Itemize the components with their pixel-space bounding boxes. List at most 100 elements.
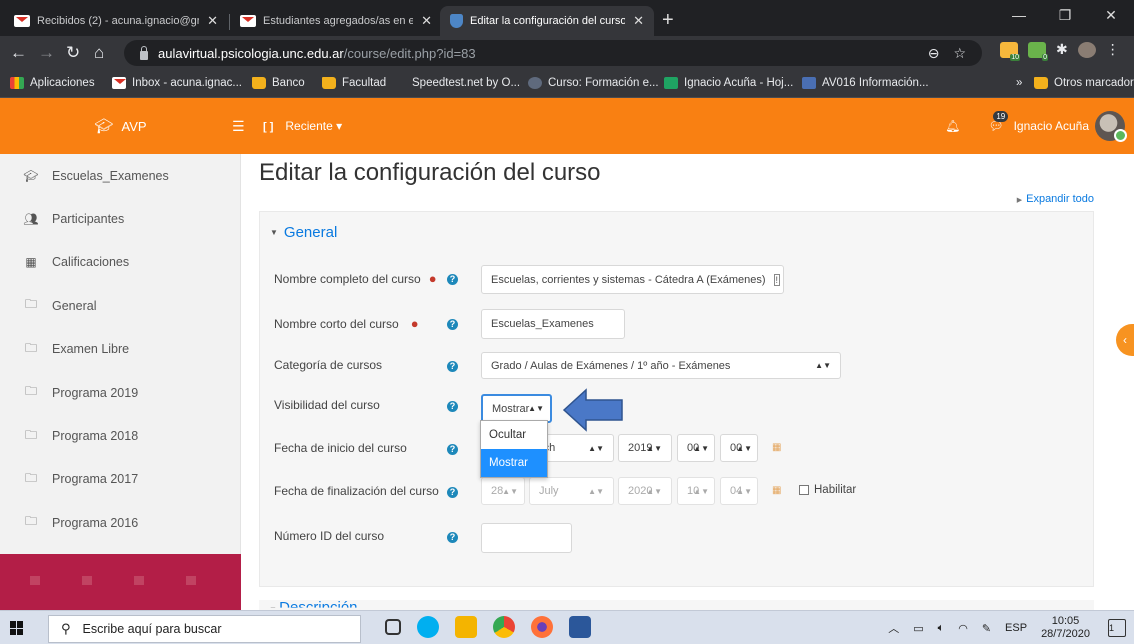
sidebar-item-programa-2016[interactable]: 🗀︎ Programa 2016 — [0, 501, 240, 544]
sidebar-item-label: Calificaciones — [52, 255, 130, 270]
volume-icon[interactable]: 🔈︎ — [938, 622, 945, 635]
help-icon[interactable]: ? — [447, 487, 458, 498]
end-hour-select[interactable]: 10 ▲▼ — [677, 477, 715, 505]
clock[interactable]: 10:05 28/7/2020 — [1041, 615, 1090, 641]
sidebar-item-programa-2019[interactable]: 🗀︎ Programa 2019 — [0, 371, 240, 414]
expand-all-link[interactable]: ▶ Expandir todo — [1017, 193, 1094, 205]
reload-icon[interactable]: ↻ — [66, 44, 80, 62]
section-description-toggle[interactable]: ▼ Descripción — [269, 600, 358, 608]
close-tab-icon[interactable]: ✕ — [421, 13, 432, 29]
category-select[interactable]: Grado / Aulas de Exámenes / 1º año - Exá… — [481, 352, 841, 379]
visibility-option-ocultar[interactable]: Ocultar — [481, 421, 547, 449]
bookmark-av016[interactable]: AV016 Información... — [802, 77, 929, 89]
user-name[interactable]: Ignacio Acuña — [1014, 119, 1089, 133]
idnumber-input[interactable] — [481, 523, 572, 553]
battery-icon[interactable]: ▭ — [913, 622, 923, 635]
minimize-icon[interactable]: — — [996, 0, 1042, 30]
bookmark-speedtest[interactable]: Speedtest.net by O... — [412, 77, 520, 89]
sidebar-item-course[interactable]: 🎓︎ Escuelas_Examenes — [0, 154, 240, 197]
browser-tab-editar[interactable]: Editar la configuración del curso ✕ — [440, 6, 654, 36]
bookmark-hoja[interactable]: Ignacio Acuña - Hoj... — [664, 77, 793, 89]
profile-avatar-icon[interactable] — [1077, 41, 1096, 58]
extension-icon[interactable]: 10 — [1000, 41, 1020, 61]
file-explorer-icon[interactable] — [455, 616, 477, 638]
end-year-select[interactable]: 2020 ▲▼ — [618, 477, 672, 505]
footer-icon[interactable] — [82, 576, 92, 585]
bookmark-star-icon[interactable]: ☆ — [953, 45, 966, 62]
bell-icon[interactable]: 🔔︎ — [945, 119, 960, 133]
forward-arrow-icon[interactable]: → — [38, 44, 55, 62]
end-minute-select[interactable]: 04 ▲▼ — [720, 477, 758, 505]
bookmark-otros[interactable]: Otros marcadores — [1034, 77, 1134, 89]
kebab-menu-icon[interactable]: ⋮ — [1106, 41, 1120, 58]
recent-menu[interactable]: [ ] Reciente ▾ — [263, 119, 342, 133]
address-bar[interactable]: aulavirtual.psicologia.unc.edu.ar /cours… — [124, 40, 982, 66]
footer-icon[interactable] — [134, 576, 144, 585]
sidebar-item-general[interactable]: 🗀︎ General — [0, 284, 240, 327]
windows-start-icon[interactable] — [10, 621, 24, 635]
visibility-option-mostrar[interactable]: Mostrar — [481, 449, 547, 477]
hamburger-menu-icon[interactable]: ☰ — [232, 118, 245, 135]
home-icon[interactable]: ⌂ — [94, 44, 104, 62]
messages-button[interactable]: 💬︎ 19 — [988, 111, 1009, 133]
task-view-icon[interactable] — [385, 619, 401, 635]
pen-icon[interactable]: ✎ — [982, 622, 991, 635]
site-icon — [528, 77, 542, 89]
help-icon[interactable]: ? — [447, 401, 458, 412]
new-tab-button[interactable]: + — [662, 10, 674, 30]
end-day-select[interactable]: 28 ▲▼ — [481, 477, 525, 505]
show-hidden-icons-icon[interactable]: ︿ — [888, 620, 899, 636]
user-avatar[interactable] — [1095, 111, 1127, 142]
shortname-value: Escuelas_Examenes — [491, 318, 594, 330]
site-brand[interactable]: 🎓︎ AVP — [0, 98, 241, 154]
extension-icon[interactable]: 0 — [1028, 41, 1048, 61]
wifi-icon[interactable]: ◠ — [958, 622, 968, 635]
enable-end-date-checkbox[interactable]: Habilitar — [799, 484, 856, 496]
zoom-icon[interactable]: ⊖ — [928, 45, 940, 62]
calendar-icon[interactable]: ▦ — [772, 485, 781, 496]
close-tab-icon[interactable]: ✕ — [633, 13, 644, 29]
taskbar-search[interactable]: ⚲ Escribe aquí para buscar — [48, 615, 361, 643]
bookmark-curso[interactable]: Curso: Formación e... — [528, 77, 659, 89]
sidebar-item-programa-2017[interactable]: 🗀︎ Programa 2017 — [0, 458, 240, 501]
browser-tab-gmail[interactable]: Recibidos (2) - acuna.ignacio@gr ✕ — [4, 6, 228, 36]
skype-icon[interactable] — [417, 616, 439, 638]
restore-icon[interactable]: ❐ — [1042, 0, 1088, 30]
sidebar-item-calificaciones[interactable]: ▦ Calificaciones — [0, 241, 240, 284]
extension-badge: 10 — [1010, 53, 1020, 61]
bookmarks-overflow[interactable]: » — [1016, 77, 1022, 89]
end-month-select[interactable]: July ▲▼ — [529, 477, 614, 505]
help-icon[interactable]: ? — [447, 361, 458, 372]
footer-icon[interactable] — [30, 576, 40, 585]
bookmark-banco[interactable]: Banco — [252, 77, 305, 89]
start-hour-select[interactable]: 00 ▲▼ — [677, 434, 715, 462]
sidebar-item-examen-libre[interactable]: 🗀︎ Examen Libre — [0, 328, 240, 371]
start-year-select[interactable]: 2019 ▲▼ — [618, 434, 672, 462]
word-icon[interactable] — [569, 616, 591, 638]
chrome-icon[interactable] — [493, 616, 515, 638]
visibility-select[interactable]: Mostrar ▲▼ — [481, 394, 552, 423]
section-general-toggle[interactable]: ▼ General — [260, 212, 1093, 252]
footer-icon[interactable] — [186, 576, 196, 585]
firefox-icon[interactable] — [531, 616, 553, 638]
sidebar-item-participantes[interactable]: 👥︎ Participantes — [0, 197, 240, 240]
notification-center-icon[interactable]: 1 — [1108, 619, 1126, 637]
browser-tab-estudiantes[interactable]: Estudiantes agregados/as en esp ✕ — [230, 6, 442, 36]
help-icon[interactable]: ? — [447, 319, 458, 330]
start-minute-select[interactable]: 00 ▲▼ — [720, 434, 758, 462]
shortname-input[interactable]: Escuelas_Examenes — [481, 309, 625, 339]
bookmark-facultad[interactable]: Facultad — [322, 77, 386, 89]
bookmark-inbox[interactable]: Inbox - acuna.ignac... — [112, 77, 242, 89]
language-indicator[interactable]: ESP — [1005, 622, 1027, 634]
close-tab-icon[interactable]: ✕ — [207, 13, 218, 29]
help-icon[interactable]: ? — [447, 444, 458, 455]
sidebar-item-programa-2018[interactable]: 🗀︎ Programa 2018 — [0, 414, 240, 457]
puzzle-icon[interactable]: ✱ — [1056, 41, 1068, 58]
help-icon[interactable]: ? — [447, 274, 458, 285]
help-icon[interactable]: ? — [447, 532, 458, 543]
calendar-icon[interactable]: ▦ — [772, 442, 781, 453]
bookmark-apps[interactable]: Aplicaciones — [10, 77, 95, 89]
back-arrow-icon[interactable]: ← — [10, 44, 27, 62]
fullname-input[interactable]: Escuelas, corrientes y sistemas - Cátedr… — [481, 265, 784, 294]
close-window-icon[interactable]: ✕ — [1088, 0, 1134, 30]
